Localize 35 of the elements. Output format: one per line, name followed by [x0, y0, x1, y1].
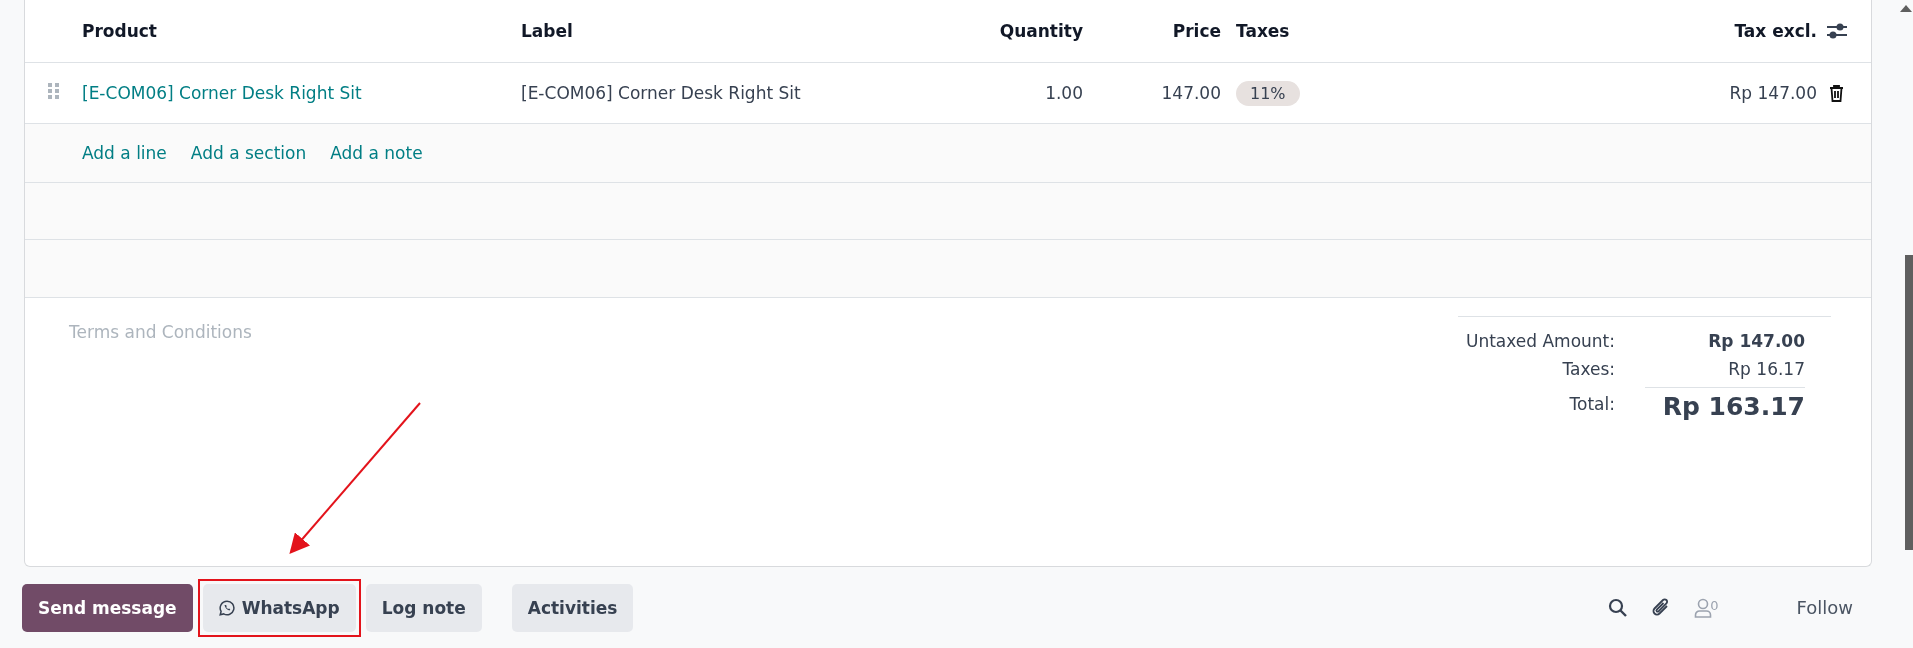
terms-field[interactable]: Terms and Conditions	[67, 320, 671, 364]
scrollbar-thumb[interactable]	[1905, 255, 1913, 550]
scroll-up-icon[interactable]	[1900, 4, 1912, 12]
quantity-cell: 1.00	[1045, 83, 1083, 103]
drag-handle-icon[interactable]	[47, 83, 60, 99]
label-cell: [E-COM06] Corner Desk Right Sit	[521, 83, 801, 103]
column-header[interactable]: Price	[1172, 21, 1221, 41]
follower-count: 0	[1710, 597, 1719, 613]
total-value: Rp 16.17	[1727, 359, 1805, 379]
price-cell: 147.00	[1161, 83, 1221, 103]
total-label: Total:	[1568, 394, 1615, 414]
column-header[interactable]: Product	[82, 21, 157, 41]
chat-bubble-icon	[218, 599, 235, 616]
chatter-button[interactable]: Log note	[365, 583, 482, 632]
column-header[interactable]: Taxes	[1221, 21, 1290, 41]
add-link[interactable]: Add a section	[190, 143, 307, 163]
trash-icon[interactable]	[1829, 84, 1844, 102]
total-value: Rp 163.17	[1645, 387, 1805, 421]
settings-sliders-icon[interactable]	[1827, 22, 1847, 40]
product-link[interactable]: [E-COM06] Corner Desk Right Sit	[82, 83, 362, 103]
column-header[interactable]: Tax excl.	[1734, 21, 1817, 41]
column-header[interactable]: Label	[521, 21, 573, 41]
tax-tag: 11%	[1236, 81, 1300, 106]
add-link[interactable]: Add a note	[330, 143, 423, 163]
follow-button[interactable]: Follow	[1790, 596, 1859, 619]
chatter-button[interactable]: Activities	[511, 583, 634, 632]
chatter-button[interactable]: Send message	[22, 583, 193, 632]
total-value: Rp 147.00	[1707, 331, 1805, 351]
column-header[interactable]: Quantity	[999, 21, 1083, 41]
subtotal-cell: Rp 147.00	[1729, 83, 1817, 103]
total-label: Untaxed Amount:	[1464, 331, 1615, 351]
search-icon[interactable]	[1608, 597, 1629, 618]
add-link[interactable]: Add a line	[82, 143, 167, 163]
chatter-button[interactable]: WhatsApp	[202, 583, 356, 632]
total-label: Taxes:	[1561, 359, 1615, 379]
